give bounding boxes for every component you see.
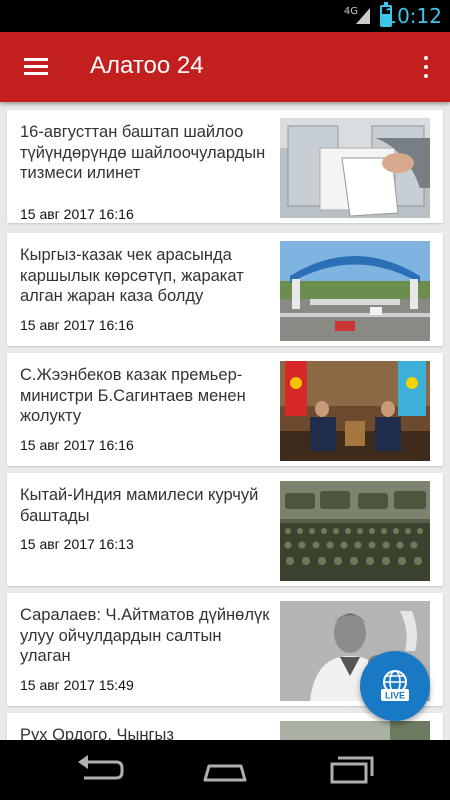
news-headline: С.Жээнбеков казак премьер-министри Б.Саг… [20,366,246,425]
live-label: LIVE [385,691,405,701]
back-icon [78,755,124,780]
more-vertical-icon[interactable] [416,52,436,82]
status-bar: 4G 10:12 [0,0,450,32]
hamburger-menu-icon[interactable] [18,54,54,80]
news-date: 15 авг 2017 16:13 [20,536,134,552]
news-date: 15 авг 2017 16:16 [20,317,134,333]
system-nav-bar [0,740,450,800]
border-checkpoint-photo [280,241,430,341]
home-icon [203,764,247,782]
ballot-box-photo [280,118,430,218]
home-button[interactable] [195,752,255,788]
news-item[interactable]: 16-августтан баштап шайлоо түйүндөрүндө … [7,110,443,223]
news-item[interactable]: С.Жээнбеков казак премьер-министри Б.Саг… [7,353,443,466]
news-headline: Рух Ордого, Чыңгыз [20,726,174,740]
news-headline: Саралаев: Ч.Айтматов дүйнөлүк улуу ойчул… [20,606,270,665]
news-date: 15 авг 2017 15:49 [20,677,134,693]
app-bar: Алатоо 24 [0,32,450,102]
news-item[interactable]: Кыргыз-казак чек арасында каршылык көрсө… [7,233,443,346]
news-item[interactable]: Кытай-Индия мамилеси курчуй баштады 15 а… [7,473,443,586]
back-button[interactable] [70,752,130,788]
recents-button[interactable] [322,752,382,788]
news-date: 15 авг 2017 16:16 [20,437,134,453]
news-feed[interactable]: 16-августтан баштап шайлоо түйүндөрүндө … [0,102,450,740]
partial-photo [280,721,430,740]
status-time: 10:12 [384,4,442,28]
news-headline: 16-августтан баштап шайлоо түйүндөрүндө … [20,123,266,182]
news-headline: Кыргыз-казак чек арасында каршылык көрсө… [20,246,244,305]
military-parade-photo [280,481,430,581]
news-item[interactable]: Рух Ордого, Чыңгыз [7,713,443,740]
live-globe-icon: LIVE [381,670,409,701]
news-headline: Кытай-Индия мамилеси курчуй баштады [20,486,259,525]
live-button[interactable]: LIVE [360,651,430,721]
officials-meeting-photo [280,361,430,461]
recents-icon [330,756,374,784]
app-title: Алатоо 24 [90,52,204,79]
news-date: 15 авг 2017 16:16 [20,206,134,222]
signal-icon [356,8,370,24]
